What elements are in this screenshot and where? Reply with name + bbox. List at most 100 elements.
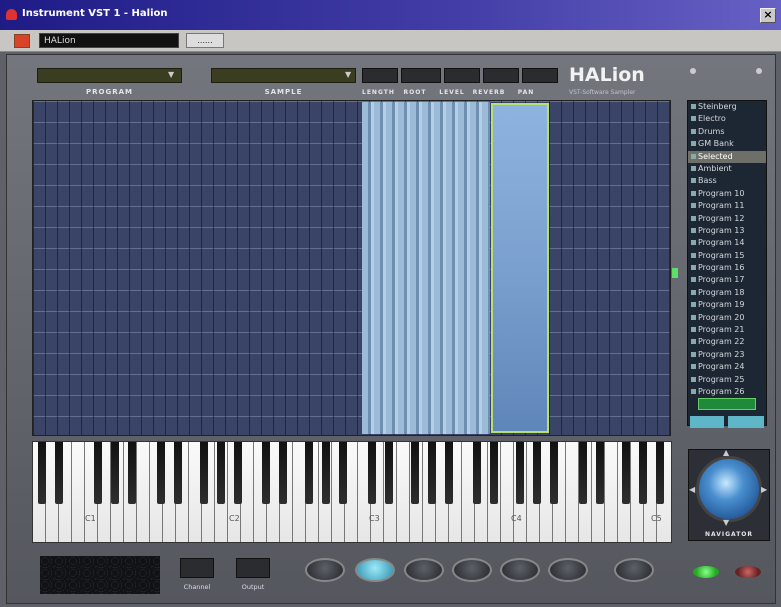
- scroll-marker[interactable]: [672, 268, 678, 278]
- black-key[interactable]: [656, 442, 664, 504]
- black-key[interactable]: [55, 442, 63, 504]
- black-key[interactable]: [279, 442, 287, 504]
- black-key[interactable]: [473, 442, 481, 504]
- key-zone-grid[interactable]: [32, 100, 671, 436]
- page-button-active[interactable]: [355, 558, 395, 582]
- list-item[interactable]: Program 19: [688, 299, 766, 311]
- black-key[interactable]: [533, 442, 541, 504]
- param-field[interactable]: [483, 68, 519, 83]
- list-item[interactable]: Program 25: [688, 374, 766, 386]
- list-button-right[interactable]: [728, 416, 764, 428]
- black-key[interactable]: [596, 442, 604, 504]
- black-key[interactable]: [305, 442, 313, 504]
- list-item[interactable]: Program 22: [688, 336, 766, 348]
- program-list[interactable]: Steinberg Electro Drums GM Bank Selected…: [687, 100, 767, 426]
- black-key[interactable]: [111, 442, 119, 504]
- black-key[interactable]: [639, 442, 647, 504]
- list-item[interactable]: Program 17: [688, 274, 766, 286]
- page-button[interactable]: [548, 558, 588, 582]
- list-item[interactable]: Steinberg: [688, 101, 766, 113]
- page-button[interactable]: [305, 558, 345, 582]
- black-key[interactable]: [94, 442, 102, 504]
- white-key[interactable]: [137, 442, 150, 542]
- black-key[interactable]: [234, 442, 242, 504]
- sample-zones[interactable]: [362, 102, 490, 434]
- black-key[interactable]: [411, 442, 419, 504]
- black-key[interactable]: [579, 442, 587, 504]
- list-item[interactable]: Program 12: [688, 213, 766, 225]
- white-key[interactable]: [566, 442, 579, 542]
- close-icon[interactable]: ×: [760, 8, 776, 23]
- navigator-ball[interactable]: [696, 456, 762, 522]
- selected-zone[interactable]: [491, 103, 549, 433]
- list-item[interactable]: Program 20: [688, 312, 766, 324]
- black-key[interactable]: [217, 442, 225, 504]
- list-item[interactable]: Program 14: [688, 237, 766, 249]
- list-item[interactable]: Program 13: [688, 225, 766, 237]
- black-key[interactable]: [550, 442, 558, 504]
- black-key[interactable]: [385, 442, 393, 504]
- white-key[interactable]: [605, 442, 618, 542]
- midi-matrix[interactable]: [40, 556, 160, 594]
- black-key[interactable]: [262, 442, 270, 504]
- black-key[interactable]: [200, 442, 208, 504]
- list-item[interactable]: Program 21: [688, 324, 766, 336]
- list-item[interactable]: Program 16: [688, 262, 766, 274]
- list-item-selected[interactable]: Selected: [688, 150, 766, 163]
- black-key[interactable]: [445, 442, 453, 504]
- param-field[interactable]: [362, 68, 398, 83]
- white-key[interactable]: [397, 442, 410, 542]
- chevron-down-icon[interactable]: ▼: [345, 70, 355, 80]
- power-icon[interactable]: [14, 34, 30, 48]
- arrow-left-icon[interactable]: ◀: [689, 485, 695, 494]
- list-item[interactable]: Program 23: [688, 349, 766, 361]
- list-button-left[interactable]: [690, 416, 724, 428]
- arrow-right-icon[interactable]: ▶: [761, 485, 767, 494]
- list-item[interactable]: Drums: [688, 126, 766, 138]
- channel-display[interactable]: [180, 558, 214, 578]
- black-key[interactable]: [516, 442, 524, 504]
- page-button[interactable]: [404, 558, 444, 582]
- black-key[interactable]: [490, 442, 498, 504]
- list-item[interactable]: Electro: [688, 113, 766, 125]
- list-item[interactable]: Bass: [688, 175, 766, 187]
- black-key[interactable]: [622, 442, 630, 504]
- green-led[interactable]: [693, 566, 719, 578]
- page-button[interactable]: [500, 558, 540, 582]
- sample-selector[interactable]: [211, 68, 356, 83]
- black-key[interactable]: [157, 442, 165, 504]
- black-key[interactable]: [428, 442, 436, 504]
- param-field[interactable]: [401, 68, 441, 83]
- toolbar-button[interactable]: ......: [186, 33, 224, 48]
- black-key[interactable]: [339, 442, 347, 504]
- param-field[interactable]: [522, 68, 558, 83]
- list-item[interactable]: Program 11: [688, 200, 766, 212]
- arrow-down-icon[interactable]: ▼: [723, 518, 729, 527]
- list-item[interactable]: Program 24: [688, 361, 766, 373]
- list-item[interactable]: Program 15: [688, 250, 766, 262]
- page-button[interactable]: [452, 558, 492, 582]
- program-name-field[interactable]: HALion: [39, 33, 179, 48]
- program-selector[interactable]: [37, 68, 182, 83]
- black-key[interactable]: [174, 442, 182, 504]
- black-key[interactable]: [128, 442, 136, 504]
- param-field[interactable]: [444, 68, 480, 83]
- red-led[interactable]: [735, 566, 761, 578]
- page-button[interactable]: [614, 558, 654, 582]
- list-item[interactable]: Program 26: [688, 386, 766, 398]
- black-key[interactable]: [368, 442, 376, 504]
- white-key[interactable]: [72, 442, 85, 542]
- piano-keyboard[interactable]: C1 C2 C3 C4 C5: [32, 441, 672, 543]
- program-action-button[interactable]: [698, 398, 756, 410]
- white-key[interactable]: [501, 442, 514, 542]
- list-item[interactable]: Program 18: [688, 287, 766, 299]
- output-display[interactable]: [236, 558, 270, 578]
- chevron-down-icon[interactable]: ▼: [168, 70, 178, 80]
- arrow-up-icon[interactable]: ▲: [723, 448, 729, 457]
- list-item[interactable]: Program 10: [688, 188, 766, 200]
- black-key[interactable]: [38, 442, 46, 504]
- list-item[interactable]: GM Bank: [688, 138, 766, 150]
- black-key[interactable]: [322, 442, 330, 504]
- white-key[interactable]: [241, 442, 254, 542]
- list-item[interactable]: Ambient: [688, 163, 766, 175]
